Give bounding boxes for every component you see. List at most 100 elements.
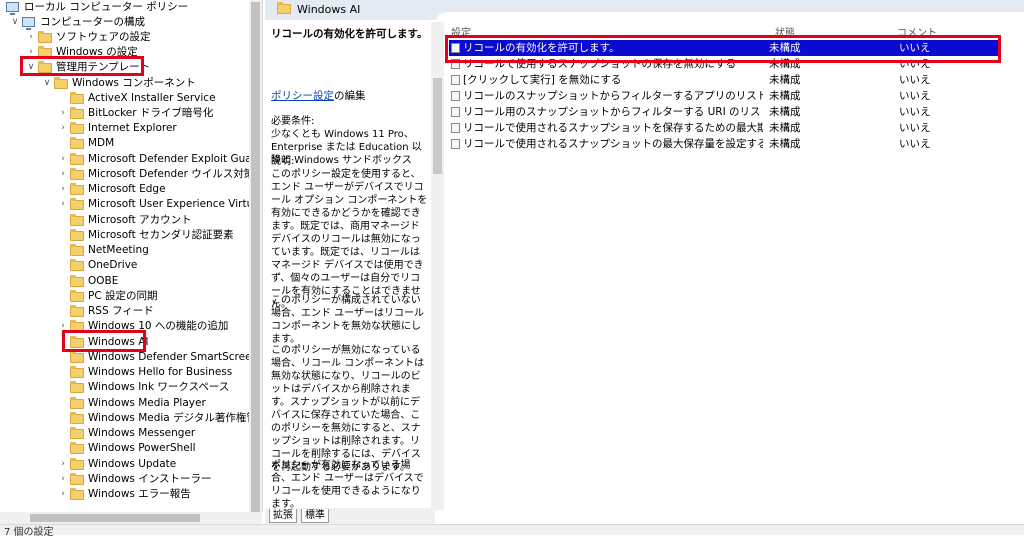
folder-icon bbox=[70, 427, 84, 439]
tree-item-label: Microsoft Defender ウイルス対策 bbox=[88, 168, 255, 180]
chevron-down-icon[interactable]: ∨ bbox=[42, 76, 52, 91]
scroll-thumb[interactable] bbox=[251, 2, 260, 512]
scroll-thumb[interactable] bbox=[433, 78, 442, 174]
setting-row[interactable]: リコールで使用されるスナップショットの最大保存量を設定する 未構成 いいえ bbox=[449, 136, 999, 152]
tab-extended[interactable]: 拡張 bbox=[269, 509, 297, 523]
tree-item[interactable]: ActiveX Installer Service bbox=[0, 91, 250, 106]
folder-icon bbox=[70, 198, 84, 210]
folder-icon bbox=[70, 412, 84, 424]
tree-item[interactable]: OneDrive bbox=[0, 258, 250, 273]
policy-setting-icon bbox=[451, 91, 460, 101]
tree-item[interactable]: › BitLocker ドライブ暗号化 bbox=[0, 106, 250, 121]
setting-state: 未構成 bbox=[769, 122, 801, 134]
tree-item-label: OOBE bbox=[88, 275, 119, 287]
tree-item-label: Windows Messenger bbox=[88, 427, 196, 439]
policy-title: リコールの有効化を許可します。 bbox=[271, 28, 428, 40]
tree-item[interactable]: › Microsoft User Experience Virtualiz bbox=[0, 197, 262, 212]
status-text: 7 個の設定 bbox=[4, 527, 54, 538]
description-pane: リコールの有効化を許可します。 ポリシー設定の編集 必要条件: 少なくとも Wi… bbox=[265, 22, 435, 510]
tree-item[interactable]: › Internet Explorer bbox=[0, 121, 250, 136]
chevron-right-icon[interactable]: › bbox=[26, 30, 36, 45]
status-bar: 7 個の設定 bbox=[0, 524, 1024, 538]
tree-item-label: Microsoft User Experience Virtualiz bbox=[88, 198, 263, 210]
tree-item-label: Windows Ink ワークスペース bbox=[88, 381, 230, 393]
chevron-down-icon[interactable]: ∨ bbox=[10, 15, 20, 30]
setting-row[interactable]: リコールのスナップショットからフィルターするアプリのリストを設定する未構成 いいえ bbox=[449, 88, 999, 104]
tree-item[interactable]: Windows Messenger bbox=[0, 426, 250, 441]
tree-item[interactable]: Microsoft アカウント bbox=[0, 213, 250, 228]
folder-icon bbox=[70, 366, 84, 378]
tree-item[interactable]: Windows Hello for Business bbox=[0, 365, 250, 380]
folder-icon bbox=[70, 397, 84, 409]
setting-state: 未構成 bbox=[769, 106, 801, 118]
tree-item[interactable]: Windows Defender SmartScreen bbox=[0, 350, 258, 365]
folder-icon bbox=[70, 488, 84, 500]
tree-item-label: Windows エラー報告 bbox=[88, 488, 191, 500]
tree-item[interactable]: MDM bbox=[0, 136, 250, 151]
tree-item[interactable]: › Windows インストーラー bbox=[0, 472, 250, 487]
tree-item-label: Windows コンポーネント bbox=[72, 77, 196, 89]
setting-comment: いいえ bbox=[899, 122, 931, 134]
not-configured-text: このポリシーが構成されていない場合、エンド ユーザーはリコール コンポーネントを… bbox=[271, 295, 428, 345]
setting-name: [クリックして実行] を無効にする bbox=[463, 74, 622, 86]
chevron-right-icon[interactable]: › bbox=[58, 152, 68, 167]
tree-item[interactable]: › Windows エラー報告 bbox=[0, 487, 250, 502]
tree-item[interactable]: › Windows Update bbox=[0, 457, 250, 472]
tree-item[interactable]: ∨ コンピューターの構成 bbox=[0, 15, 250, 30]
description-scrollbar[interactable] bbox=[431, 22, 444, 510]
chevron-right-icon[interactable]: › bbox=[58, 487, 68, 502]
chevron-right-icon[interactable]: › bbox=[58, 472, 68, 487]
chevron-right-icon[interactable]: › bbox=[58, 167, 68, 182]
folder-icon bbox=[277, 2, 291, 14]
chevron-right-icon[interactable]: › bbox=[58, 121, 68, 136]
chevron-right-icon[interactable]: › bbox=[58, 106, 68, 121]
tree-item-label: BitLocker ドライブ暗号化 bbox=[88, 107, 214, 119]
tree-vertical-scrollbar[interactable] bbox=[249, 0, 262, 512]
tree-item[interactable]: › Microsoft Defender Exploit Guard bbox=[0, 152, 262, 167]
tree-item[interactable]: Microsoft セカンダリ認証要素 bbox=[0, 228, 250, 243]
tree-item[interactable]: Windows Media Player bbox=[0, 396, 250, 411]
setting-row[interactable]: リコール用のスナップショットからフィルターする URI のリストを設定する ..… bbox=[449, 104, 999, 120]
folder-icon bbox=[70, 259, 84, 271]
tab-standard[interactable]: 標準 bbox=[301, 509, 329, 523]
tree-item[interactable]: Windows PowerShell bbox=[0, 441, 250, 456]
chevron-right-icon[interactable]: › bbox=[58, 197, 68, 212]
tree-item[interactable]: Windows Ink ワークスペース bbox=[0, 380, 250, 395]
scroll-thumb[interactable] bbox=[30, 514, 200, 522]
folder-icon bbox=[70, 168, 84, 180]
pane-header: Windows AI bbox=[265, 0, 1024, 24]
tree-item-label: Windows Media Player bbox=[88, 397, 206, 409]
tree-item[interactable]: Windows Media デジタル著作権管理 bbox=[0, 411, 262, 426]
tree-item-label: ソフトウェアの設定 bbox=[56, 31, 151, 43]
setting-state: 未構成 bbox=[769, 138, 801, 150]
folder-icon bbox=[70, 275, 84, 287]
folder-icon bbox=[38, 31, 52, 43]
chevron-right-icon[interactable]: › bbox=[58, 457, 68, 472]
tree-item[interactable]: › Microsoft Defender ウイルス対策 bbox=[0, 167, 254, 182]
tree-item[interactable]: ローカル コンピューター ポリシー bbox=[0, 0, 250, 15]
tree-item[interactable]: › Microsoft Edge bbox=[0, 182, 250, 197]
tree-item[interactable]: PC 設定の同期 bbox=[0, 289, 250, 304]
setting-name: リコール用のスナップショットからフィルターする URI のリストを設定する ..… bbox=[463, 106, 763, 118]
tree-item-label: Microsoft Edge bbox=[88, 183, 166, 195]
details-pane: Windows AI リコールの有効化を許可します。 ポリシー設定の編集 必要条… bbox=[265, 0, 1024, 524]
tree-item-label: Windows Media デジタル著作権管理 bbox=[88, 412, 263, 424]
tree-item[interactable]: RSS フィード bbox=[0, 304, 250, 319]
setting-state: 未構成 bbox=[769, 74, 801, 86]
tree-item-label: NetMeeting bbox=[88, 244, 149, 256]
tree-item[interactable]: OOBE bbox=[0, 274, 250, 289]
chevron-right-icon[interactable]: › bbox=[58, 182, 68, 197]
tree-item-label: ローカル コンピューター ポリシー bbox=[24, 1, 189, 13]
edit-policy-link[interactable]: ポリシー設定 bbox=[271, 90, 334, 102]
tree-item-label: RSS フィード bbox=[88, 305, 154, 317]
tree-item-label: Windows Hello for Business bbox=[88, 366, 233, 378]
disabled-text: このポリシーが無効になっている場合、リコール コンポーネントは無効な状態になり、… bbox=[271, 345, 425, 473]
folder-icon bbox=[70, 442, 84, 454]
setting-row[interactable]: リコールで使用されるスナップショットを保存するための最大期間を設... 未構成 いい… bbox=[449, 120, 999, 136]
tree-item-label: Windows Update bbox=[88, 458, 177, 470]
setting-row[interactable]: [クリックして実行] を無効にする 未構成 いいえ bbox=[449, 72, 999, 88]
tree-item-label: コンピューターの構成 bbox=[40, 16, 145, 28]
tree-item[interactable]: ∨ Windows コンポーネント bbox=[0, 76, 250, 91]
tree-item[interactable]: › ソフトウェアの設定 bbox=[0, 30, 250, 45]
tree-item[interactable]: NetMeeting bbox=[0, 243, 250, 258]
